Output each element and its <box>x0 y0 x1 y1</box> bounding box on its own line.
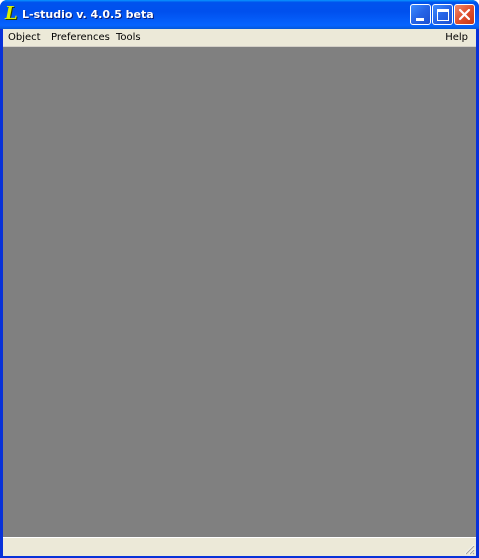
minimize-icon <box>416 18 424 21</box>
minimize-button[interactable] <box>410 4 431 25</box>
window-title: L-studio v. 4.0.5 beta <box>22 8 154 21</box>
app-icon[interactable]: L <box>5 5 21 23</box>
maximize-button[interactable] <box>432 4 453 25</box>
maximize-icon <box>437 9 449 21</box>
close-icon <box>458 8 471 21</box>
app-window: L L-studio v. 4.0.5 beta Object Preferen… <box>0 0 479 558</box>
mdi-workspace[interactable] <box>3 47 476 537</box>
menu-help[interactable]: Help <box>445 29 468 46</box>
menu-bar: Object Preferences Tools Help <box>3 29 476 47</box>
client-area: Object Preferences Tools Help <box>3 29 476 556</box>
close-button[interactable] <box>454 4 475 25</box>
title-bar[interactable]: L L-studio v. 4.0.5 beta <box>0 0 479 29</box>
menu-preferences[interactable]: Preferences <box>51 29 110 46</box>
menu-object[interactable]: Object <box>8 29 41 46</box>
resize-grip-icon[interactable] <box>463 543 475 555</box>
menu-tools[interactable]: Tools <box>116 29 141 46</box>
status-bar <box>3 537 476 556</box>
